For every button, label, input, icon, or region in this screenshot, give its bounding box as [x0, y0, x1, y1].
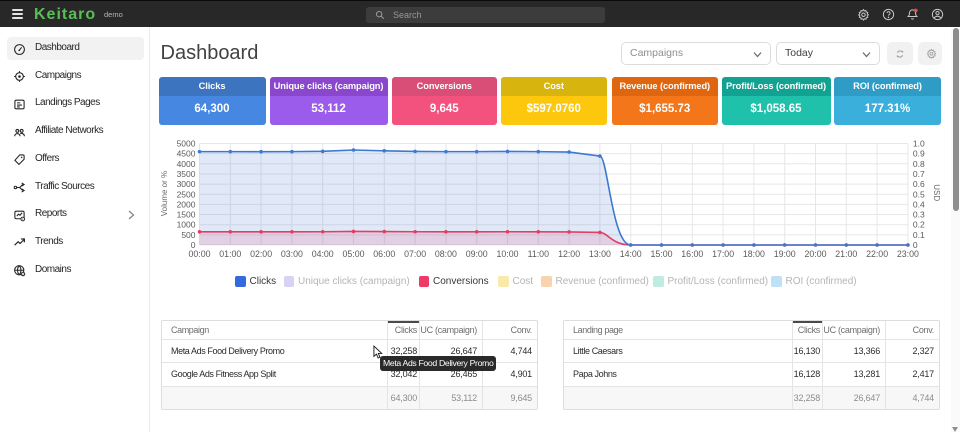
svg-text:01:00: 01:00: [219, 249, 241, 259]
svg-text:08:00: 08:00: [435, 249, 457, 259]
svg-text:21:00: 21:00: [835, 249, 857, 259]
svg-text:10:00: 10:00: [496, 249, 518, 259]
svg-text:13:00: 13:00: [589, 249, 611, 259]
svg-text:06:00: 06:00: [373, 249, 395, 259]
svg-text:4000: 4000: [177, 159, 196, 169]
svg-text:0.1: 0.1: [913, 230, 925, 240]
svg-text:14:00: 14:00: [620, 249, 642, 259]
svg-text:5000: 5000: [177, 139, 196, 149]
svg-text:12:00: 12:00: [558, 249, 580, 259]
svg-text:0.8: 0.8: [913, 159, 925, 169]
svg-text:0.5: 0.5: [913, 189, 925, 199]
svg-text:3500: 3500: [177, 169, 196, 179]
svg-text:00:00: 00:00: [188, 249, 210, 259]
svg-text:15:00: 15:00: [650, 249, 672, 259]
svg-text:0.7: 0.7: [913, 169, 925, 179]
svg-text:1000: 1000: [177, 220, 196, 230]
svg-text:0.6: 0.6: [913, 179, 925, 189]
svg-text:18:00: 18:00: [743, 249, 765, 259]
svg-text:09:00: 09:00: [466, 249, 488, 259]
svg-text:1.0: 1.0: [913, 139, 925, 149]
svg-text:4500: 4500: [177, 149, 196, 159]
svg-text:19:00: 19:00: [774, 249, 796, 259]
svg-text:11:00: 11:00: [528, 249, 549, 259]
svg-text:2500: 2500: [177, 189, 196, 199]
svg-text:22:00: 22:00: [866, 249, 888, 259]
svg-text:16:00: 16:00: [681, 249, 703, 259]
svg-text:17:00: 17:00: [712, 249, 734, 259]
svg-text:500: 500: [181, 230, 195, 240]
svg-text:07:00: 07:00: [404, 249, 426, 259]
svg-text:0.3: 0.3: [913, 210, 925, 220]
svg-text:Volume or %: Volume or %: [160, 171, 169, 216]
svg-text:0.4: 0.4: [913, 199, 925, 209]
svg-text:23:00: 23:00: [897, 249, 919, 259]
svg-text:1500: 1500: [177, 210, 196, 220]
svg-text:0.9: 0.9: [913, 149, 925, 159]
svg-text:02:00: 02:00: [250, 249, 272, 259]
svg-text:0.2: 0.2: [913, 220, 925, 230]
svg-text:03:00: 03:00: [281, 249, 303, 259]
svg-text:USD: USD: [932, 184, 941, 201]
svg-text:2000: 2000: [177, 199, 196, 209]
svg-text:04:00: 04:00: [312, 249, 334, 259]
svg-text:05:00: 05:00: [342, 249, 364, 259]
svg-text:3000: 3000: [177, 179, 196, 189]
svg-text:20:00: 20:00: [804, 249, 826, 259]
